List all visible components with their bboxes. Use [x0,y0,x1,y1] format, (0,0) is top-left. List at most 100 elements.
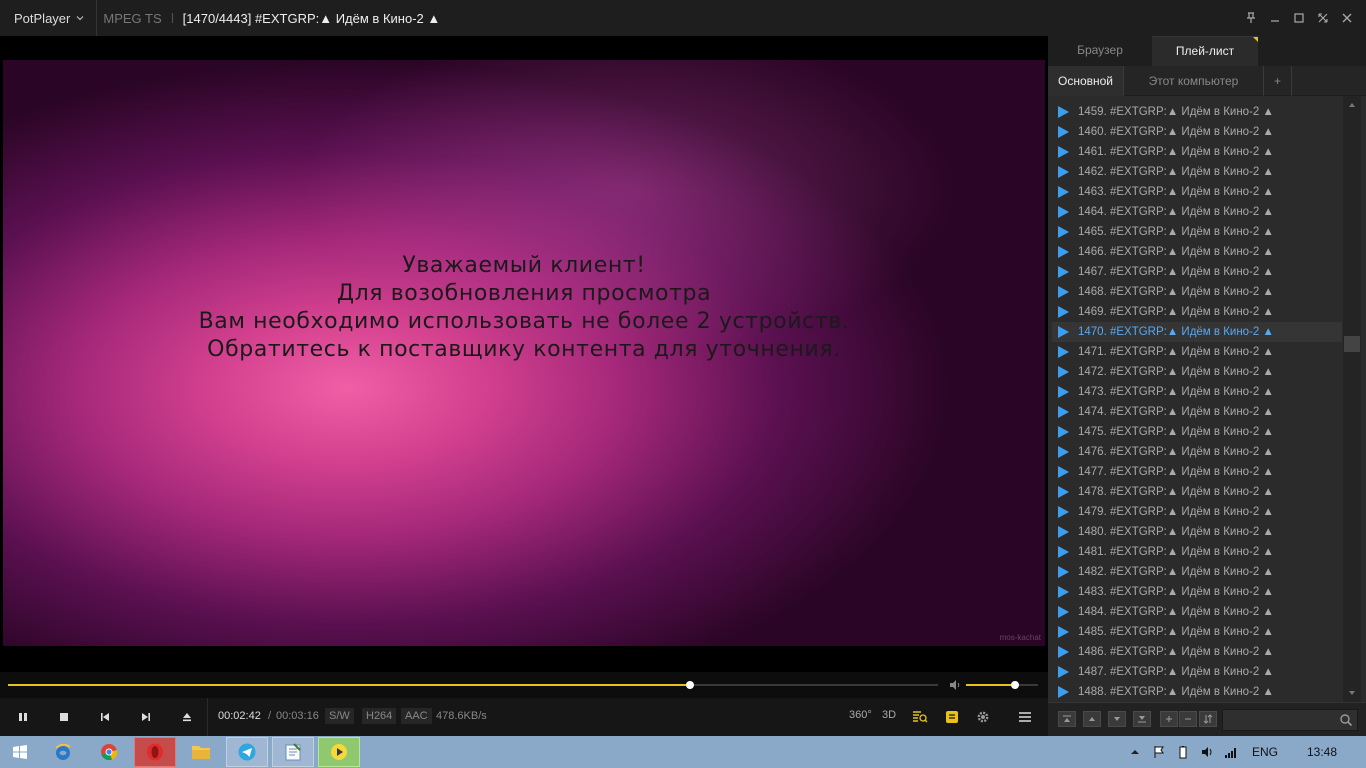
playlist-item-label: 1472. #EXTGRP:▲ Идём в Кино-2 ▲ [1078,366,1274,378]
pause-button[interactable] [12,706,34,728]
playlist-item[interactable]: 1459. #EXTGRP:▲ Идём в Кино-2 ▲ [1052,102,1342,122]
battery-icon[interactable] [1176,745,1190,759]
playlist-scrollbar[interactable] [1343,96,1361,702]
taskbar-clock[interactable]: 13:48 [1307,745,1337,759]
sort-button[interactable] [1199,711,1217,727]
playlist-item[interactable]: 1463. #EXTGRP:▲ Идём в Кино-2 ▲ [1052,182,1342,202]
playlist-item[interactable]: 1471. #EXTGRP:▲ Идём в Кино-2 ▲ [1052,342,1342,362]
playlist-item[interactable]: 1478. #EXTGRP:▲ Идём в Кино-2 ▲ [1052,482,1342,502]
playlist-search-box[interactable] [1222,709,1358,731]
playlist-item[interactable]: 1473. #EXTGRP:▲ Идём в Кино-2 ▲ [1052,382,1342,402]
3d-button[interactable]: 3D [882,709,896,721]
playlist-item[interactable]: 1474. #EXTGRP:▲ Идём в Кино-2 ▲ [1052,402,1342,422]
tab-browser[interactable]: Браузер [1048,36,1152,66]
playlist-item[interactable]: 1483. #EXTGRP:▲ Идём в Кино-2 ▲ [1052,582,1342,602]
plus-icon [1166,716,1172,722]
seek-handle[interactable] [685,681,694,689]
playlist-item[interactable]: 1484. #EXTGRP:▲ Идём в Кино-2 ▲ [1052,602,1342,622]
playlist-item[interactable]: 1470. #EXTGRP:▲ Идём в Кино-2 ▲ [1052,322,1342,342]
volume-handle[interactable] [1010,681,1019,689]
scroll-thumb[interactable] [1344,336,1360,352]
taskbar-ie[interactable] [42,737,84,767]
app-menu-button[interactable]: PotPlayer [0,0,98,36]
playlist-item[interactable]: 1487. #EXTGRP:▲ Идём в Кино-2 ▲ [1052,662,1342,682]
playlist-item[interactable]: 1479. #EXTGRP:▲ Идём в Кино-2 ▲ [1052,502,1342,522]
playlist-item[interactable]: 1465. #EXTGRP:▲ Идём в Кино-2 ▲ [1052,222,1342,242]
search-icon[interactable] [1339,713,1353,727]
remove-item-button[interactable] [1179,711,1197,727]
playlist-item[interactable]: 1464. #EXTGRP:▲ Идём в Кино-2 ▲ [1052,202,1342,222]
volume-icon[interactable] [948,678,962,692]
taskbar-file-explorer[interactable] [180,737,222,767]
fullscreen-button[interactable] [1316,11,1330,25]
playlist-item[interactable]: 1467. #EXTGRP:▲ Идём в Кино-2 ▲ [1052,262,1342,282]
vr-360-button[interactable]: 360° [849,709,872,721]
playlist-item[interactable]: 1472. #EXTGRP:▲ Идём в Кино-2 ▲ [1052,362,1342,382]
menu-button[interactable] [1014,706,1036,728]
playlist-item[interactable]: 1480. #EXTGRP:▲ Идём в Кино-2 ▲ [1052,522,1342,542]
close-button[interactable] [1340,11,1354,25]
speaker-icon[interactable] [1200,745,1214,759]
playlist-item[interactable]: 1462. #EXTGRP:▲ Идём в Кино-2 ▲ [1052,162,1342,182]
taskbar-opera[interactable] [134,737,176,767]
taskbar-notepad[interactable] [272,737,314,767]
playlist-item-label: 1468. #EXTGRP:▲ Идём в Кино-2 ▲ [1078,286,1274,298]
opera-icon [147,743,163,761]
video-codec-badge[interactable]: H264 [362,708,397,724]
tray-expand-icon[interactable] [1128,745,1142,759]
playlist-item[interactable]: 1468. #EXTGRP:▲ Идём в Кино-2 ▲ [1052,282,1342,302]
action-center-flag-icon[interactable] [1152,745,1166,759]
pin-button[interactable] [1244,11,1258,25]
current-time[interactable]: 00:02:42 [218,710,261,722]
playlist-item[interactable]: 1460. #EXTGRP:▲ Идём в Кино-2 ▲ [1052,122,1342,142]
video-area[interactable]: Уважаемый клиент! Для возобновления прос… [0,36,1048,670]
taskbar-potplayer[interactable] [318,737,360,767]
open-file-button[interactable] [176,706,198,728]
maximize-button[interactable] [1292,11,1306,25]
tab-playlist[interactable]: Плей-лист [1152,36,1258,66]
network-signal-icon[interactable] [1224,745,1238,759]
play-icon [1058,426,1069,438]
subtab-main[interactable]: Основной [1048,66,1124,96]
settings-button[interactable] [972,706,994,728]
move-up-button[interactable] [1083,711,1101,727]
playlist-item[interactable]: 1466. #EXTGRP:▲ Идём в Кино-2 ▲ [1052,242,1342,262]
start-button[interactable] [0,737,40,767]
move-top-button[interactable] [1058,711,1076,727]
next-button[interactable] [135,706,157,728]
subtab-this-computer[interactable]: Этот компьютер [1124,66,1264,96]
move-bottom-button[interactable] [1133,711,1151,727]
seek-slider[interactable] [8,681,938,689]
playlist-search-button[interactable] [909,706,931,728]
playlist-item[interactable]: 1481. #EXTGRP:▲ Идём в Кино-2 ▲ [1052,542,1342,562]
decoder-badge[interactable]: S/W [325,708,354,724]
scroll-up-icon[interactable] [1347,100,1357,110]
add-item-button[interactable] [1160,711,1178,727]
playlist-item[interactable]: 1486. #EXTGRP:▲ Идём в Кино-2 ▲ [1052,642,1342,662]
playlist-item-label: 1460. #EXTGRP:▲ Идём в Кино-2 ▲ [1078,126,1274,138]
playlist-item[interactable]: 1485. #EXTGRP:▲ Идём в Кино-2 ▲ [1052,622,1342,642]
playlist-item[interactable]: 1475. #EXTGRP:▲ Идём в Кино-2 ▲ [1052,422,1342,442]
subtitle-button[interactable] [941,706,963,728]
volume-slider[interactable] [966,681,1038,689]
add-tab-button[interactable]: + [1264,66,1292,96]
play-icon [1058,126,1069,138]
playlist-item[interactable]: 1476. #EXTGRP:▲ Идём в Кино-2 ▲ [1052,442,1342,462]
move-down-button[interactable] [1108,711,1126,727]
playlist-item[interactable]: 1488. #EXTGRP:▲ Идём в Кино-2 ▲ [1052,682,1342,702]
playlist-search-input[interactable] [1227,712,1327,728]
playlist-item[interactable]: 1461. #EXTGRP:▲ Идём в Кино-2 ▲ [1052,142,1342,162]
taskbar-chrome[interactable] [88,737,130,767]
playlist-item-label: 1463. #EXTGRP:▲ Идём в Кино-2 ▲ [1078,186,1274,198]
taskbar-telegram[interactable] [226,737,268,767]
minimize-button[interactable] [1268,11,1282,25]
playlist-item-label: 1488. #EXTGRP:▲ Идём в Кино-2 ▲ [1078,686,1274,698]
input-language[interactable]: ENG [1252,745,1278,759]
stop-button[interactable] [53,706,75,728]
previous-button[interactable] [94,706,116,728]
playlist-item[interactable]: 1469. #EXTGRP:▲ Идём в Кино-2 ▲ [1052,302,1342,322]
audio-codec-badge[interactable]: AAC [401,708,432,724]
playlist-item[interactable]: 1482. #EXTGRP:▲ Идём в Кино-2 ▲ [1052,562,1342,582]
scroll-down-icon[interactable] [1347,688,1357,698]
playlist-item[interactable]: 1477. #EXTGRP:▲ Идём в Кино-2 ▲ [1052,462,1342,482]
